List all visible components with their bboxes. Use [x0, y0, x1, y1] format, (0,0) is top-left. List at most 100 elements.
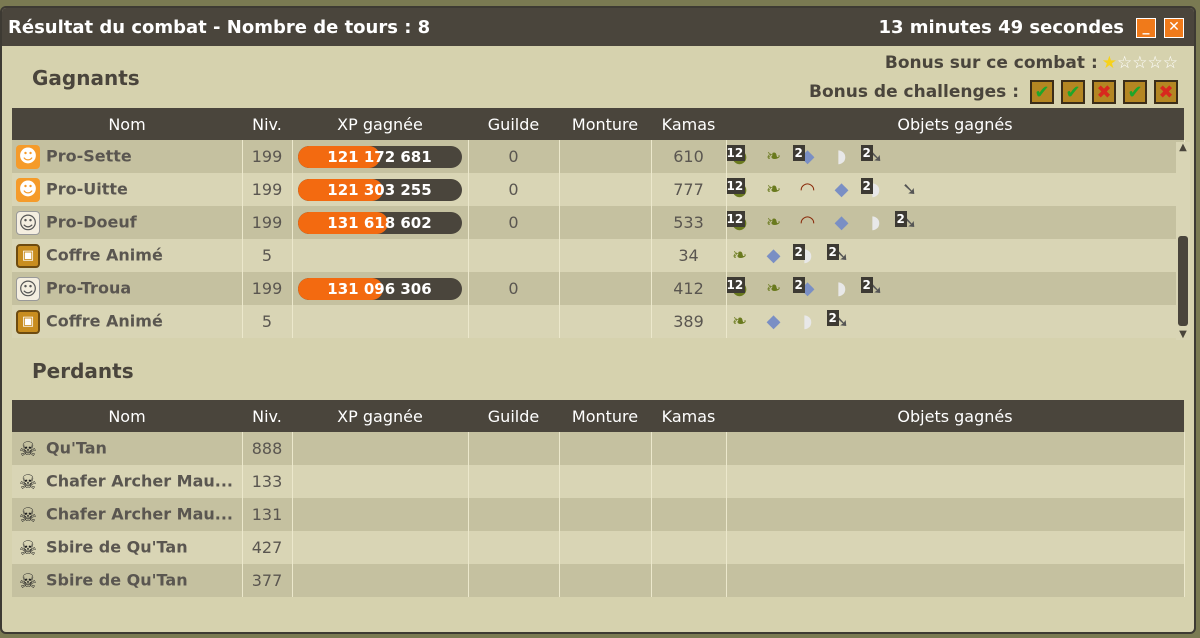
- gem-icon[interactable]: ◆ 2: [792, 144, 821, 169]
- winner-row[interactable]: ☻ Pro-Sette 199 121 172 681 0 610●12 ❧◆2 ◗➘2: [12, 140, 1185, 173]
- bonus-stars: ★☆☆☆☆: [1102, 53, 1178, 73]
- loser-row[interactable]: ☠ Sbire de Qu'Tan 427: [12, 531, 1185, 564]
- dofus-icon[interactable]: ●12: [726, 210, 753, 235]
- skull-icon: ☠: [19, 502, 37, 527]
- fighter-level: 199: [242, 206, 293, 239]
- col-items[interactable]: Objets gagnés: [726, 108, 1184, 140]
- challenge-fail-icon[interactable]: ✖: [1154, 80, 1178, 104]
- claw-icon[interactable]: ◠: [795, 211, 821, 235]
- gem-icon[interactable]: ◆ 2: [792, 276, 821, 301]
- title-bar[interactable]: Résultat du combat - Nombre de tours : 8…: [2, 8, 1194, 46]
- gem-icon[interactable]: ◆: [829, 178, 855, 202]
- challenge-list: ✔ ✔ ✖ ✔ ✖: [1023, 80, 1178, 104]
- fighter-name-cell: ▣ Coffre Animé: [12, 305, 243, 338]
- eniripsa-icon: ☺: [16, 210, 40, 235]
- col-mount[interactable]: Monture: [559, 400, 651, 432]
- guild-xp: [468, 239, 560, 272]
- loser-row[interactable]: ☠ Sbire de Qu'Tan 377: [12, 564, 1185, 597]
- tooth-icon[interactable]: ◗: [829, 277, 855, 301]
- arrow-icon[interactable]: ➘ 2: [826, 243, 855, 268]
- fighter-name-cell: ☻ Pro-Uitte: [12, 173, 243, 206]
- star-icon: ☆: [1132, 53, 1148, 73]
- mount-xp: [559, 305, 652, 338]
- col-xp[interactable]: XP gagnée: [292, 108, 468, 140]
- mount-xp: [559, 140, 652, 173]
- winner-row[interactable]: ▣ Coffre Animé 5 34 ❧ ◆ ◗ 2 ➘ 2: [12, 239, 1185, 272]
- arrow-icon[interactable]: ➘ 2: [826, 309, 855, 334]
- skull-icon: ☠: [19, 535, 37, 560]
- col-kamas[interactable]: Kamas: [651, 108, 726, 140]
- scroll-thumb[interactable]: [1178, 236, 1188, 326]
- items-cell: ●12 ❧ ◠ ◆ ◗➘2: [726, 206, 1185, 239]
- challenge-success-icon[interactable]: ✔: [1030, 80, 1054, 104]
- arrow-icon[interactable]: ➘ 2: [860, 276, 889, 301]
- skull-icon: ☠: [19, 469, 37, 494]
- winner-row[interactable]: ▣ Coffre Animé 5 389 ❧ ◆ ◗ ➘ 2: [12, 305, 1185, 338]
- arrow-icon[interactable]: ➘ 2: [860, 144, 889, 169]
- winner-row[interactable]: ☺ Pro-Troua 199 131 096 306 0 412●12 ❧◆2 ◗➘2: [12, 272, 1185, 305]
- tooth-icon[interactable]: ◗: [863, 211, 889, 235]
- scroll-up-icon[interactable]: ▲: [1176, 142, 1190, 153]
- loser-row[interactable]: ☠ Qu'Tan 888: [12, 432, 1185, 465]
- scroll-down-icon[interactable]: ▼: [1176, 329, 1190, 340]
- tooth-icon[interactable]: ◗: [795, 310, 821, 334]
- col-items[interactable]: Objets gagnés: [726, 400, 1184, 432]
- arrow-icon[interactable]: ➘: [897, 178, 923, 202]
- losers-title: Perdants: [32, 359, 134, 383]
- item-quantity: 2: [860, 276, 873, 293]
- tooth-icon[interactable]: ◗ 2: [860, 177, 889, 202]
- loser-row[interactable]: ☠ Chafer Archer Mau... 131: [12, 498, 1185, 531]
- xp-cell: [292, 305, 469, 338]
- horn-icon[interactable]: ❧: [761, 277, 787, 301]
- arrow-icon[interactable]: ➘ 2: [894, 210, 923, 235]
- fighter-level: 5: [242, 239, 293, 272]
- horn-icon[interactable]: ❧: [761, 178, 787, 202]
- dofus-icon[interactable]: ●12: [726, 177, 753, 202]
- col-kamas[interactable]: Kamas: [651, 400, 726, 432]
- gem-icon[interactable]: ◆: [761, 244, 787, 268]
- combat-bonus: Bonus sur ce combat : ★☆☆☆☆: [885, 53, 1178, 73]
- winners-table: Nom Niv. XP gagnée Guilde Monture Kamas …: [12, 108, 1185, 338]
- col-guild[interactable]: Guilde: [468, 108, 559, 140]
- xp-bar: 131 096 306: [297, 277, 462, 300]
- col-mount[interactable]: Monture: [559, 108, 651, 140]
- guild-xp: 0: [468, 140, 560, 173]
- items-cell: [726, 432, 1185, 465]
- tooth-icon[interactable]: ◗: [829, 145, 855, 169]
- col-xp[interactable]: XP gagnée: [292, 400, 468, 432]
- fighter-name-cell: ☠ Chafer Archer Mau...: [12, 465, 243, 498]
- challenge-fail-icon[interactable]: ✖: [1092, 80, 1116, 104]
- col-guild[interactable]: Guilde: [468, 400, 559, 432]
- minimize-button[interactable]: _: [1136, 18, 1156, 38]
- item-quantity: 2: [826, 309, 839, 326]
- horn-icon[interactable]: ❧: [727, 244, 753, 268]
- col-name[interactable]: Nom: [12, 108, 242, 140]
- guild-xp: [468, 564, 560, 597]
- loser-row[interactable]: ☠ Chafer Archer Mau... 133: [12, 465, 1185, 498]
- winners-header-row: Nom Niv. XP gagnée Guilde Monture Kamas …: [12, 108, 1184, 140]
- horn-icon[interactable]: ❧: [761, 145, 787, 169]
- winner-row[interactable]: ☻ Pro-Uitte 199 121 303 255 0 777●12 ❧ ◠ ◆◗2 ➘: [12, 173, 1185, 206]
- fighter-name: Chafer Archer Mau...: [46, 471, 234, 490]
- dofus-icon[interactable]: ●12: [726, 144, 753, 169]
- fighter-level: 199: [242, 173, 293, 206]
- close-button[interactable]: ✕: [1164, 18, 1184, 38]
- skull-icon: ☠: [19, 436, 37, 461]
- col-name[interactable]: Nom: [12, 400, 242, 432]
- tooth-icon[interactable]: ◗ 2: [792, 243, 821, 268]
- horn-icon[interactable]: ❧: [761, 211, 787, 235]
- challenge-success-icon[interactable]: ✔: [1061, 80, 1085, 104]
- col-level[interactable]: Niv.: [242, 400, 292, 432]
- dofus-icon[interactable]: ●12: [726, 276, 753, 301]
- items-cell: [726, 465, 1185, 498]
- col-level[interactable]: Niv.: [242, 108, 292, 140]
- gem-icon[interactable]: ◆: [829, 211, 855, 235]
- winner-row[interactable]: ☺ Pro-Doeuf 199 131 618 602 0 533●12 ❧ ◠ ◆ ◗➘2: [12, 206, 1185, 239]
- claw-icon[interactable]: ◠: [795, 178, 821, 202]
- winners-scrollbar[interactable]: ▲ ▼: [1176, 142, 1190, 340]
- gem-icon[interactable]: ◆: [761, 310, 787, 334]
- challenge-success-icon[interactable]: ✔: [1123, 80, 1147, 104]
- items-cell: ❧ ◆ ◗ 2 ➘ 2: [726, 239, 1185, 272]
- horn-icon[interactable]: ❧: [727, 310, 753, 334]
- xp-bar: 121 172 681: [297, 145, 462, 168]
